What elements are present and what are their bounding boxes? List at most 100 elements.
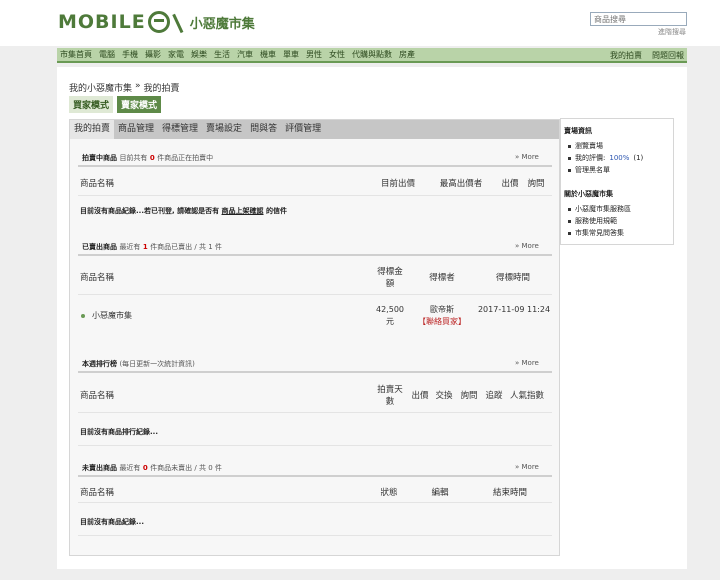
nav-item-computer[interactable]: 電腦 bbox=[99, 49, 115, 60]
store-info-heading: 賣場資訊 bbox=[564, 127, 592, 135]
sold-item-name[interactable]: 小惡魔市集 bbox=[92, 310, 132, 322]
nav-item-real-estate[interactable]: 房產 bbox=[399, 49, 415, 60]
section-heading: 已賣出商品 bbox=[82, 243, 117, 251]
section-count: 0 bbox=[142, 464, 148, 472]
sold-item-winner[interactable]: 歐帝斯 bbox=[415, 304, 469, 316]
rating-label: 我的評價: bbox=[575, 154, 606, 162]
nav-item-life[interactable]: 生活 bbox=[214, 49, 230, 60]
nav-item-proxy-points[interactable]: 代購與點數 bbox=[352, 49, 392, 60]
my-rating-link[interactable]: 我的評價: 100% (1) bbox=[568, 153, 643, 163]
nav-report-issue[interactable]: 問題回報 bbox=[652, 50, 684, 61]
section-heading: 本週排行榜 bbox=[82, 360, 117, 368]
blacklist-link[interactable]: 管理黑名單 bbox=[568, 165, 610, 175]
browse-store-link[interactable]: 瀏覽賣場 bbox=[568, 141, 603, 151]
tab-store-settings[interactable]: 賣場設定 bbox=[202, 120, 246, 139]
browse-store-label: 瀏覽賣場 bbox=[575, 142, 603, 150]
col-header-name: 商品名稱 bbox=[80, 488, 115, 498]
section-desc: 件商品已賣出 / 共 1 件 bbox=[150, 243, 222, 251]
service-area-label: 小惡魔市集服務區 bbox=[575, 205, 631, 213]
section-count: 0 bbox=[149, 154, 155, 162]
col-header-edit: 編輯 bbox=[431, 488, 449, 498]
col-header-bids: 出價 bbox=[501, 179, 519, 189]
col-header-auction-days: 拍賣天數 bbox=[377, 385, 403, 407]
breadcrumb: 我的小惡魔市集 » 我的拍賣 bbox=[69, 81, 180, 94]
nav-right-links: 我的拍賣 問題回報 bbox=[600, 50, 684, 61]
nav-item-bicycle[interactable]: 單車 bbox=[283, 49, 299, 60]
col-header-winner: 得標者 bbox=[429, 273, 455, 283]
tab-qa[interactable]: 問與答 bbox=[246, 120, 281, 139]
ranking-section-title: 本週排行榜 (每日更新一次統計資訊) bbox=[82, 359, 195, 369]
section-divider bbox=[78, 165, 552, 167]
search-input[interactable] bbox=[590, 12, 687, 26]
nav-item-car[interactable]: 汽車 bbox=[237, 49, 253, 60]
col-header-popularity: 人氣指數 bbox=[509, 391, 544, 401]
col-header-top-bidder: 最高出價者 bbox=[439, 179, 483, 189]
nav-item-home[interactable]: 市集首頁 bbox=[60, 49, 92, 60]
section-desc: 件商品未賣出 / 共 0 件 bbox=[150, 464, 222, 472]
row-divider bbox=[78, 535, 552, 536]
unsold-section-title: 未賣出商品 最近有 0 件商品未賣出 / 共 0 件 bbox=[82, 463, 222, 473]
breadcrumb-root[interactable]: 我的小惡魔市集 bbox=[69, 81, 132, 94]
sold-section-title: 已賣出商品 最近有 1 件商品已賣出 / 共 1 件 bbox=[82, 242, 222, 252]
section-divider bbox=[78, 475, 552, 477]
col-header-bids: 出價 bbox=[411, 391, 429, 401]
empty-text: 的信件 bbox=[265, 207, 287, 215]
row-divider bbox=[78, 445, 552, 446]
col-header-end-time: 結束時間 bbox=[492, 488, 527, 498]
row-divider bbox=[78, 502, 552, 503]
tab-bar: 我的拍賣 商品管理 得標管理 賣場設定 問與答 評價管理 bbox=[70, 120, 559, 139]
terms-link[interactable]: 服務使用規範 bbox=[568, 216, 617, 226]
section-desc: 最近有 bbox=[119, 243, 141, 251]
sold-more-link[interactable]: » More bbox=[515, 242, 539, 250]
advanced-search-link[interactable]: 進階搜尋 bbox=[658, 27, 686, 37]
ranking-more-link[interactable]: » More bbox=[515, 359, 539, 367]
section-desc: (每日更新一次統計資訊) bbox=[119, 360, 195, 368]
tab-rating-management[interactable]: 評價管理 bbox=[281, 120, 325, 139]
unsold-more-link[interactable]: » More bbox=[515, 463, 539, 471]
auction-section-title: 拍賣中商品 目前共有 0 件商品正在拍賣中 bbox=[82, 153, 213, 163]
service-area-link[interactable]: 小惡魔市集服務區 bbox=[568, 204, 631, 214]
row-divider bbox=[78, 412, 552, 413]
faq-label: 市集常見問答集 bbox=[575, 229, 624, 237]
site-logo[interactable]: MOBILE 小惡魔市集 bbox=[58, 10, 255, 34]
col-header-status: 狀態 bbox=[380, 488, 398, 498]
breadcrumb-separator: » bbox=[135, 81, 141, 91]
seller-sidebar: 賣場資訊 瀏覽賣場 我的評價: 100% (1) 管理黑名單 關於小惡魔市集 小惡魔… bbox=[560, 118, 674, 245]
nav-my-auction[interactable]: 我的拍賣 bbox=[610, 50, 642, 61]
breadcrumb-current: 我的拍賣 bbox=[143, 84, 180, 94]
blacklist-label: 管理黑名單 bbox=[575, 166, 610, 174]
sold-item-price: 42,500元 bbox=[376, 305, 404, 326]
tab-winning-management[interactable]: 得標管理 bbox=[158, 120, 202, 139]
logo-subtitle: 小惡魔市集 bbox=[189, 16, 255, 32]
main-nav: 市集首頁 電腦 手機 攝影 家電 娛樂 生活 汽車 機車 單車 男性 女性 代購… bbox=[57, 48, 687, 63]
col-header-winning-price: 得標金額 bbox=[377, 267, 403, 289]
devil-face-icon bbox=[147, 11, 170, 33]
col-header-exchange: 交換 bbox=[435, 391, 453, 401]
empty-text: 目前沒有商品紀錄...若已刊登, 請確認是否有 bbox=[80, 207, 220, 215]
nav-item-phone[interactable]: 手機 bbox=[122, 49, 138, 60]
nav-item-motorcycle[interactable]: 機車 bbox=[260, 49, 276, 60]
nav-item-photo[interactable]: 攝影 bbox=[145, 49, 161, 60]
site-header: MOBILE 小惡魔市集 進階搜尋 bbox=[0, 0, 720, 46]
gavel-icon bbox=[171, 10, 190, 34]
bullet-icon bbox=[81, 314, 85, 318]
auction-more-link[interactable]: » More bbox=[515, 153, 539, 161]
col-header-tracking: 追蹤 bbox=[485, 391, 503, 401]
rating-percent[interactable]: 100% bbox=[609, 154, 629, 162]
col-header-questions: 詢問 bbox=[460, 391, 478, 401]
buyer-mode-button[interactable]: 買家模式 bbox=[69, 96, 114, 113]
tab-product-management[interactable]: 商品管理 bbox=[114, 120, 158, 139]
nav-item-men[interactable]: 男性 bbox=[306, 49, 322, 60]
section-desc: 最近有 bbox=[119, 464, 141, 472]
section-desc: 目前共有 bbox=[119, 154, 148, 162]
nav-item-women[interactable]: 女性 bbox=[329, 49, 345, 60]
tab-my-auction[interactable]: 我的拍賣 bbox=[70, 120, 115, 139]
page-content: 我的小惡魔市集 » 我的拍賣 買家模式 賣家模式 我的拍賣 商品管理 得標管理 … bbox=[57, 67, 687, 569]
nav-item-appliance[interactable]: 家電 bbox=[168, 49, 184, 60]
row-divider bbox=[78, 294, 552, 295]
contact-buyer-link[interactable]: 【聯絡買家】 bbox=[415, 316, 469, 328]
seller-mode-button[interactable]: 賣家模式 bbox=[117, 96, 162, 113]
listing-confirm-link[interactable]: 商品上架確認 bbox=[222, 207, 264, 215]
nav-item-entertainment[interactable]: 娛樂 bbox=[191, 49, 207, 60]
faq-link[interactable]: 市集常見問答集 bbox=[568, 228, 624, 238]
